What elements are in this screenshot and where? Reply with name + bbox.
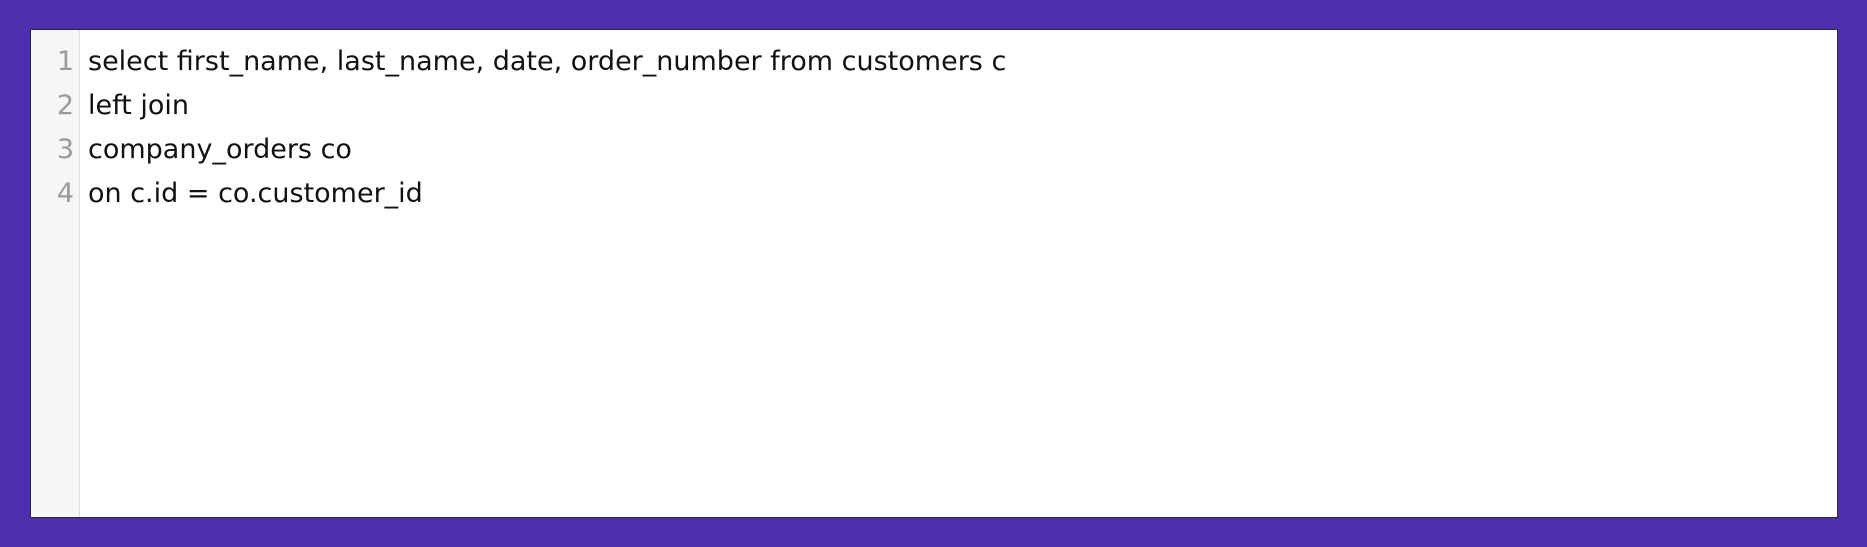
code-line[interactable]: company_orders co: [88, 128, 1837, 172]
line-number: 1: [56, 46, 74, 77]
line-number: 2: [56, 90, 74, 121]
line-number: 3: [56, 134, 74, 165]
code-line[interactable]: on c.id = co.customer_id: [88, 172, 1837, 216]
line-number-gutter: 1 2 3 4: [31, 30, 80, 517]
code-line[interactable]: left join: [88, 84, 1837, 128]
code-line[interactable]: select first_name, last_name, date, orde…: [88, 40, 1837, 84]
sql-editor[interactable]: 1 2 3 4 select first_name, last_name, da…: [30, 29, 1838, 518]
code-text-area[interactable]: select first_name, last_name, date, orde…: [80, 30, 1837, 517]
line-number: 4: [56, 178, 74, 209]
